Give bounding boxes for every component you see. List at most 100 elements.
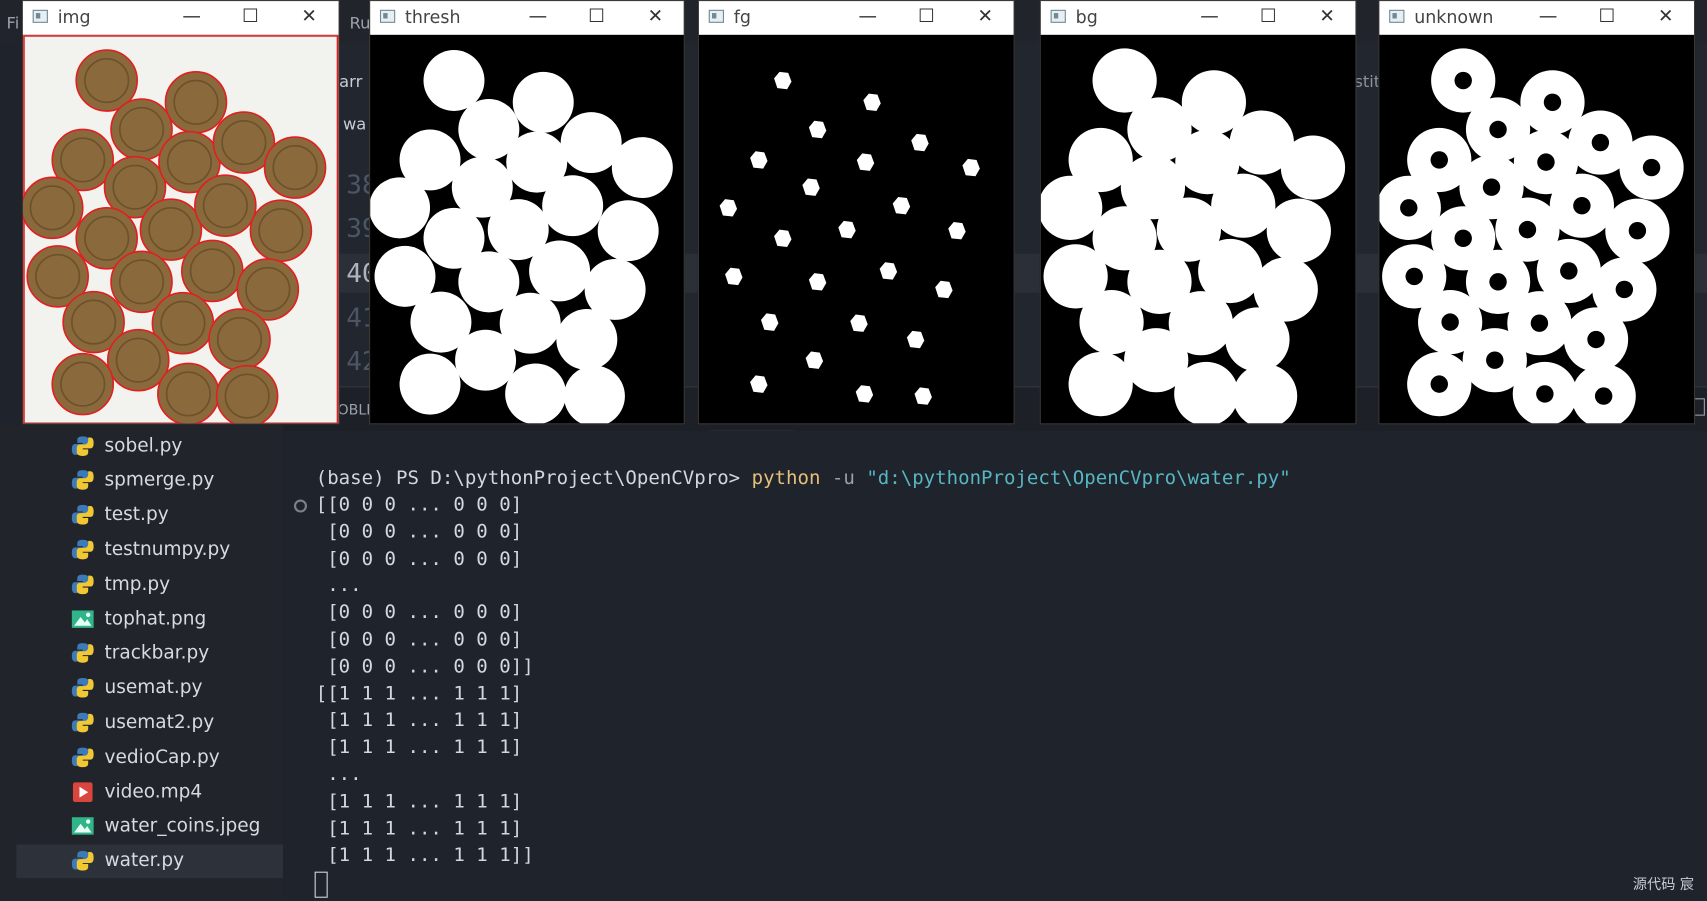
file-item[interactable]: testnumpy.py [16, 533, 283, 567]
unknown-hole [1430, 375, 1448, 393]
fg-marker [914, 387, 932, 405]
unknown-hole [1405, 267, 1423, 286]
terminal-cursor [314, 871, 328, 898]
minimize-icon[interactable]: — [527, 5, 549, 27]
file-name: usemat.py [104, 676, 203, 699]
unknown-hole [1591, 133, 1610, 152]
unknown-hole [1642, 158, 1661, 177]
unknown-hole [1441, 313, 1459, 331]
file-item[interactable]: tmp.py [16, 567, 283, 601]
window-title: unknown [1414, 6, 1494, 28]
file-item[interactable]: video.mp4 [16, 775, 283, 809]
window-title: thresh [404, 6, 461, 28]
thresh-blob [529, 240, 591, 302]
fg-marker [774, 229, 792, 248]
window-title: img [57, 6, 91, 28]
unknown-hole [1518, 220, 1537, 239]
window-titlebar[interactable]: fg — ☐ ✕ [698, 1, 1014, 35]
unknown-hole [1543, 93, 1562, 111]
thresh-blob [611, 137, 673, 199]
window-bg[interactable]: bg — ☐ ✕ [1039, 0, 1357, 425]
file-item[interactable]: vedioCap.py [16, 740, 283, 774]
bg-blob [1068, 352, 1133, 417]
file-name: tophat.png [104, 607, 207, 630]
maximize-icon[interactable]: ☐ [586, 5, 608, 27]
minimize-icon[interactable]: — [1199, 5, 1221, 27]
file-item[interactable]: trackbar.py [16, 636, 283, 670]
command-python: python [751, 467, 821, 490]
file-item[interactable]: usemat.py [16, 671, 283, 705]
minimize-icon[interactable]: — [857, 5, 879, 27]
file-name: sobel.py [104, 434, 183, 457]
window-thresh[interactable]: thresh — ☐ ✕ [369, 0, 685, 425]
maximize-icon[interactable]: ☐ [1596, 5, 1618, 27]
file-item[interactable]: usemat2.py [16, 706, 283, 740]
minimize-icon[interactable]: — [1537, 5, 1559, 27]
image-file-icon [71, 607, 95, 631]
close-icon[interactable]: ✕ [645, 5, 667, 27]
maximize-icon[interactable]: ☐ [1257, 5, 1279, 27]
close-icon[interactable]: ✕ [1316, 5, 1338, 27]
window-titlebar[interactable]: bg — ☐ ✕ [1040, 1, 1356, 35]
fg-marker [850, 314, 868, 332]
window-fg[interactable]: fg — ☐ ✕ [697, 0, 1015, 425]
fg-marker [856, 153, 875, 171]
window-titlebar[interactable]: unknown — ☐ ✕ [1379, 1, 1695, 35]
window-unknown[interactable]: unknown — ☐ ✕ [1378, 0, 1696, 425]
menu-file[interactable]: Fi [7, 13, 20, 33]
terminal-output-line: [0 0 0 ... 0 0 0]] [315, 655, 534, 678]
close-icon[interactable]: ✕ [1655, 5, 1677, 27]
unknown-hole [1560, 262, 1578, 280]
fg-marker [863, 93, 881, 111]
bg-blob [1174, 361, 1239, 424]
python-file-icon [71, 572, 95, 596]
file-name: water_coins.jpeg [104, 815, 261, 838]
fg-marker [911, 133, 929, 152]
fg-marker [892, 196, 911, 215]
image-fg [699, 35, 1014, 423]
python-file-icon [71, 710, 95, 734]
close-icon[interactable]: ✕ [298, 5, 320, 27]
window-img[interactable]: img — ☐ ✕ [21, 0, 340, 425]
window-titlebar[interactable]: img — ☐ ✕ [22, 1, 339, 35]
unknown-hole [1489, 273, 1507, 291]
fg-marker [808, 273, 827, 291]
image-img [22, 34, 339, 424]
file-name: video.mp4 [104, 780, 203, 803]
menu-run[interactable]: Ru [349, 13, 370, 33]
file-item[interactable]: spmerge.py [16, 463, 283, 497]
fg-marker [962, 158, 980, 177]
status-bar-text: 源代码 宸 [1632, 877, 1695, 894]
unknown-hole [1454, 71, 1472, 90]
thresh-blob [556, 309, 618, 370]
python-file-icon [71, 537, 95, 561]
unknown-hole [1594, 387, 1613, 405]
maximize-icon[interactable]: ☐ [240, 5, 262, 27]
thresh-blob [505, 363, 567, 424]
window-titlebar[interactable]: thresh — ☐ ✕ [370, 1, 684, 35]
file-item[interactable]: test.py [16, 498, 283, 532]
prompt-text: (base) PS D:\pythonProject\OpenCVpro> [315, 467, 752, 490]
opencv-window-icon [1389, 9, 1405, 23]
file-item[interactable]: water_coins.jpeg [16, 809, 283, 843]
close-icon[interactable]: ✕ [974, 5, 996, 27]
terminal-output-line: [0 0 0 ... 0 0 0] [315, 628, 523, 651]
python-file-icon [71, 849, 95, 873]
fg-marker [879, 262, 898, 280]
fg-marker [935, 280, 953, 299]
python-file-icon [71, 676, 95, 700]
maximize-icon[interactable]: ☐ [916, 5, 938, 27]
terminal-prompt-line: (base) PS D:\pythonProject\OpenCVpro> py… [316, 468, 1291, 490]
python-file-icon [71, 503, 95, 527]
minimize-icon[interactable]: — [181, 5, 203, 27]
editor-tab[interactable]: wa [343, 114, 366, 134]
terminal-output-line: [1 1 1 ... 1 1 1] [315, 709, 523, 732]
file-item[interactable]: water.py [16, 844, 284, 878]
unknown-hole [1536, 385, 1554, 403]
file-item[interactable]: sobel.py [16, 429, 283, 463]
command-path: "d:\pythonProject\OpenCVpro\water.py" [866, 467, 1291, 490]
window-title: fg [733, 6, 751, 28]
file-item[interactable]: tophat.png [16, 602, 283, 636]
image-thresh [370, 35, 684, 424]
file-name: trackbar.py [104, 642, 210, 665]
